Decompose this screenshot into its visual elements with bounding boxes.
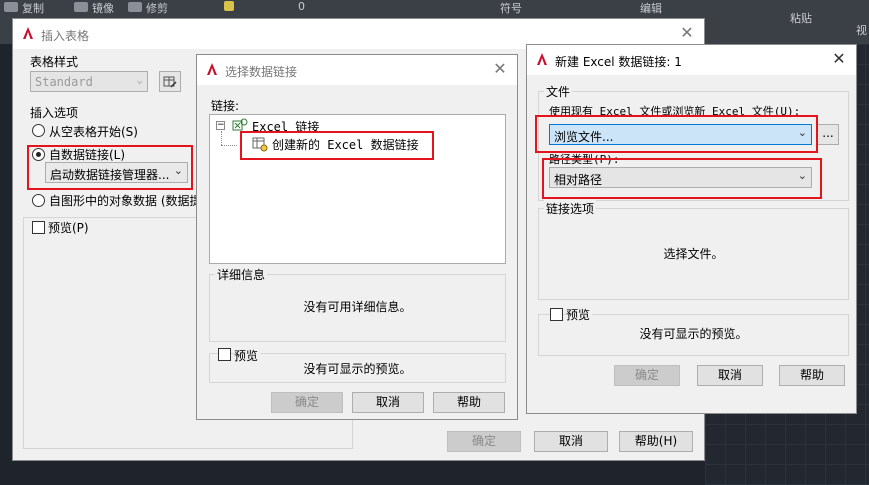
autocad-logo-icon: [207, 63, 217, 75]
mirror-icon[interactable]: [74, 2, 88, 12]
autocad-logo-icon: [23, 27, 33, 39]
ok-button[interactable]: 确定: [271, 392, 343, 413]
ribbon-mirror-label[interactable]: 镜像: [92, 0, 114, 16]
object-data-label[interactable]: 自图形中的对象数据 (数据提: [49, 192, 202, 209]
table-style-value: Standard: [35, 75, 93, 89]
empty-table-label[interactable]: 从空表格开始(S): [49, 123, 138, 140]
preview-label: 预览(P): [48, 219, 91, 236]
layer-bulb-icon[interactable]: [224, 1, 234, 11]
insert-table-title: 插入表格: [41, 29, 90, 43]
collapse-icon[interactable]: −: [216, 121, 225, 130]
object-data-radio[interactable]: [32, 194, 45, 207]
file-label: 文件: [544, 83, 573, 100]
table-style-combo[interactable]: Standard ⌄: [30, 71, 148, 92]
cancel-button[interactable]: 取消: [352, 392, 424, 413]
tree-line: [221, 131, 222, 145]
highlight-file-combo: [535, 115, 818, 153]
preview-text: 没有可显示的预览。: [303, 362, 412, 376]
browse-button[interactable]: ...: [817, 124, 839, 145]
excel-link-icon: [232, 118, 248, 131]
select-data-link-dialog: 选择数据链接 ✕ 链接: − Excel 链接 创建新的 Excel 数据链接 …: [196, 54, 518, 420]
help-button[interactable]: 帮助: [779, 365, 845, 386]
preview-label: 预览: [566, 306, 593, 323]
ribbon-layer-value[interactable]: 0: [298, 0, 305, 13]
links-label: 链接:: [211, 99, 240, 113]
ribbon-symbol-label[interactable]: 符号: [500, 0, 522, 16]
ribbon-edit-label[interactable]: 编辑: [640, 0, 662, 16]
autocad-logo-icon: [537, 53, 547, 65]
preview-text: 没有可显示的预览。: [639, 327, 748, 341]
new-excel-link-title: 新建 Excel 数据链接: 1: [555, 55, 682, 69]
table-edit-icon: [163, 76, 177, 88]
copy-icon[interactable]: [4, 2, 18, 12]
link-options-label: 链接选项: [544, 200, 597, 217]
select-data-link-title: 选择数据链接: [225, 65, 298, 79]
cancel-button[interactable]: 取消: [534, 431, 608, 452]
ribbon-view-label[interactable]: 视: [856, 22, 867, 38]
help-button[interactable]: 帮助(H): [619, 431, 693, 452]
select-data-link-titlebar[interactable]: 选择数据链接 ✕: [197, 55, 517, 85]
details-text: 没有可用详细信息。: [303, 300, 412, 314]
table-style-label: 表格样式: [30, 55, 79, 69]
ok-button[interactable]: 确定: [614, 365, 680, 386]
cancel-button[interactable]: 取消: [697, 365, 763, 386]
ribbon-copy-label[interactable]: 复制: [22, 0, 44, 16]
trim-icon[interactable]: [128, 2, 142, 12]
close-icon[interactable]: ✕: [830, 50, 848, 68]
highlight-data-link: [27, 145, 193, 190]
details-label: 详细信息: [215, 266, 268, 283]
chevron-down-icon: ⌄: [136, 73, 143, 86]
link-options-text: 选择文件。: [663, 247, 724, 261]
close-icon[interactable]: ✕: [491, 60, 509, 78]
help-button[interactable]: 帮助: [433, 392, 505, 413]
new-excel-link-titlebar[interactable]: 新建 Excel 数据链接: 1 ✕: [527, 45, 856, 75]
preview-checkbox[interactable]: [550, 308, 563, 321]
highlight-path-type: [542, 158, 822, 199]
empty-table-radio[interactable]: [32, 124, 45, 137]
new-excel-link-dialog: 新建 Excel 数据链接: 1 ✕ 文件 使用现有 Excel 文件或浏览新 …: [526, 44, 857, 414]
ribbon-paste-label[interactable]: 粘贴: [790, 10, 812, 26]
ok-button[interactable]: 确定: [447, 431, 521, 452]
table-style-dialog-button[interactable]: [159, 71, 181, 92]
close-icon[interactable]: ✕: [678, 24, 696, 42]
ribbon-trim-label[interactable]: 修剪: [146, 0, 168, 16]
preview-checkbox[interactable]: [32, 221, 45, 234]
tree-line: [221, 145, 237, 146]
insert-options-label: 插入选项: [30, 106, 79, 120]
highlight-new-excel-link: [240, 131, 434, 160]
